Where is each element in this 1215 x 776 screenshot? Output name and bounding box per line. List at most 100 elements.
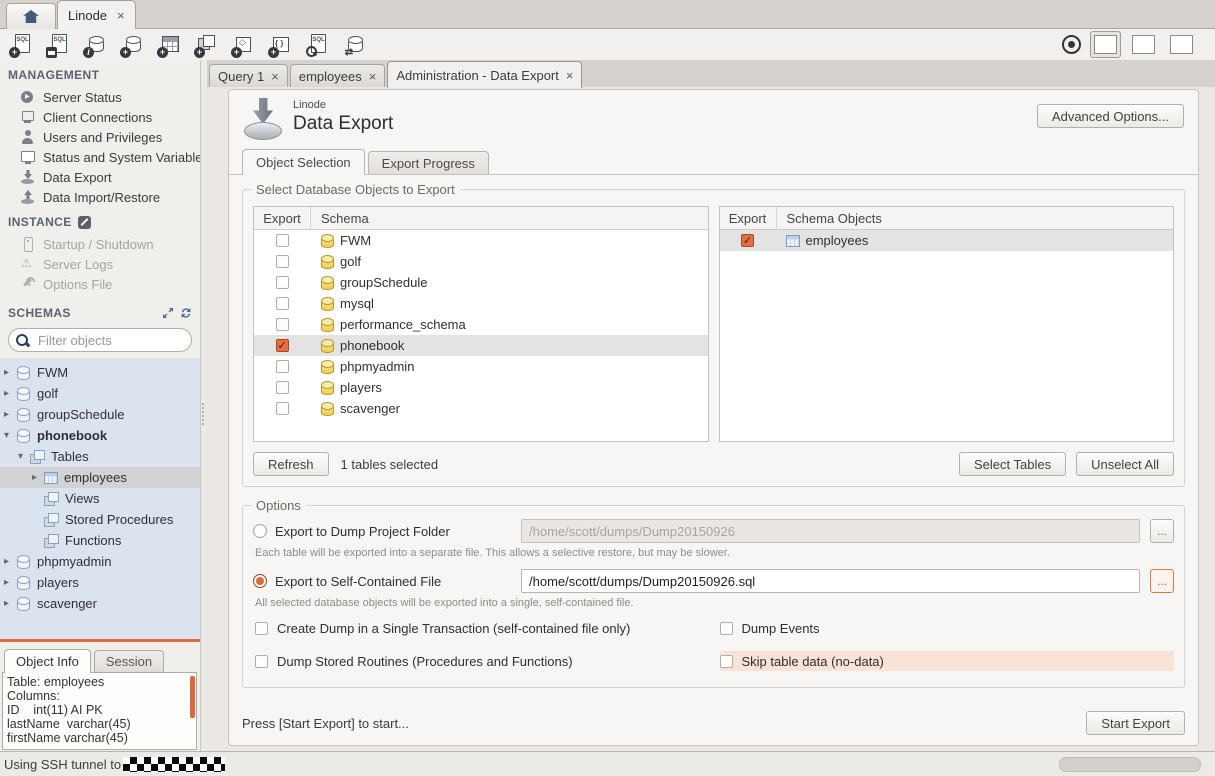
new-query-tab-icon[interactable] [8,32,35,58]
schema-row[interactable]: groupSchedule [254,272,708,293]
create-schema-icon[interactable] [119,32,146,58]
create-view-icon[interactable] [193,32,220,58]
close-icon[interactable]: × [566,69,574,82]
sidebar-item[interactable]: Server Status [0,87,200,107]
expand-schemas-icon[interactable] [162,307,174,319]
export-checkbox[interactable] [276,360,289,373]
select-tables-button[interactable]: Select Tables [959,452,1066,476]
sidebar-item[interactable]: Data Import/Restore [0,187,200,207]
schema-tree-item[interactable]: ▸ scavenger [0,593,200,614]
schema-row[interactable]: players [254,377,708,398]
export-path-input[interactable] [521,569,1140,593]
export-path-input[interactable] [521,519,1140,543]
document-tab[interactable]: employees × [290,64,385,87]
checkbox[interactable] [255,655,268,668]
sidebar-item[interactable]: Status and System Variables [0,147,200,167]
section-tab[interactable]: Export Progress [368,151,489,174]
browse-button[interactable]: ... [1150,569,1174,593]
tree-expand-arrow[interactable]: ▸ [4,367,16,378]
schema-tree-item[interactable]: ▸ FWM [0,362,200,383]
browse-button[interactable]: ... [1150,519,1174,543]
refresh-schemas-icon[interactable] [180,307,192,319]
schema-row[interactable]: mysql [254,293,708,314]
export-checkbox[interactable] [276,318,289,331]
export-checkbox[interactable] [276,255,289,268]
export-checkbox[interactable] [276,381,289,394]
close-icon[interactable]: × [117,9,125,22]
toggle-secondary-sidebar-button[interactable] [1170,35,1193,54]
create-table-icon[interactable] [156,32,183,58]
export-checkbox[interactable] [276,276,289,289]
sidebar-item[interactable]: Options File [0,274,200,294]
schema-row[interactable]: golf [254,251,708,272]
checkbox[interactable] [255,622,268,635]
sidebar-item[interactable]: Client Connections [0,107,200,127]
close-icon[interactable]: × [271,70,279,83]
close-icon[interactable]: × [369,70,377,83]
tree-expand-arrow[interactable]: ▾ [18,451,30,462]
tree-expand-arrow[interactable]: ▸ [4,556,16,567]
tree-expand-arrow[interactable]: ▸ [4,409,16,420]
search-data-icon[interactable] [304,32,331,58]
export-checkbox[interactable] [276,234,289,247]
schema-tree-item[interactable]: ▾ Tables [0,446,200,467]
schema-tree-item[interactable]: Stored Procedures [0,509,200,530]
export-option-radio[interactable] [253,574,267,588]
export-checkbox[interactable] [741,234,754,247]
create-function-icon[interactable] [267,32,294,58]
export-checkbox[interactable] [276,339,289,352]
sidebar-item[interactable]: Data Export [0,167,200,187]
schema-tree-item[interactable]: Functions [0,530,200,551]
dump-option[interactable]: Dump Events [720,618,1175,638]
document-tab[interactable]: Query 1 × [209,64,288,87]
inspect-database-icon[interactable] [82,32,109,58]
sidebar-item[interactable]: Users and Privileges [0,127,200,147]
advanced-options-button[interactable]: Advanced Options... [1037,104,1184,128]
sidebar-item[interactable]: Server Logs [0,254,200,274]
dump-option[interactable]: Dump Stored Routines (Procedures and Fun… [255,651,710,671]
start-export-button[interactable]: Start Export [1086,711,1185,735]
tree-expand-arrow[interactable]: ▸ [4,388,16,399]
schema-row[interactable]: phpmyadmin [254,356,708,377]
schema-tree-item[interactable]: ▸ employees [0,467,200,488]
sidebar-item[interactable]: Startup / Shutdown [0,234,200,254]
tree-expand-arrow[interactable]: ▸ [4,577,16,588]
section-tab[interactable]: Object Selection [242,149,365,175]
export-option-radio[interactable] [253,524,267,538]
dump-option[interactable]: Skip table data (no-data) [720,651,1175,671]
export-checkbox[interactable] [276,297,289,310]
tree-expand-arrow[interactable]: ▸ [32,472,44,483]
document-tab[interactable]: Administration - Data Export × [387,61,582,88]
object-info-tab[interactable]: Object Info [4,649,91,673]
object-info-tab[interactable]: Session [94,650,164,672]
vertical-scrollbar-thumb[interactable] [190,676,195,718]
open-sql-script-icon[interactable] [45,32,72,58]
checkbox[interactable] [720,655,733,668]
tree-expand-arrow[interactable]: ▸ [4,598,16,609]
tree-expand-arrow[interactable]: ▾ [4,430,16,441]
unselect-all-button[interactable]: Unselect All [1076,452,1174,476]
home-tab[interactable] [6,3,56,29]
dump-option[interactable]: Create Dump in a Single Transaction (sel… [255,618,710,638]
schema-tree-item[interactable]: ▸ groupSchedule [0,404,200,425]
connection-tab[interactable]: Linode × [57,0,136,29]
horizontal-scrollbar-thumb[interactable] [1059,757,1201,772]
toggle-output-area-button[interactable] [1132,35,1155,54]
toggle-sidebar-button[interactable] [1094,35,1117,54]
schema-tree-item[interactable]: ▾ phonebook [0,425,200,446]
schema-row[interactable]: phonebook [254,335,708,356]
refresh-button[interactable]: Refresh [253,452,329,476]
reconnect-dbms-icon[interactable] [341,32,368,58]
preferences-wheel-icon[interactable] [1062,35,1081,54]
create-procedure-icon[interactable] [230,32,257,58]
schema-row[interactable]: performance_schema [254,314,708,335]
schema-object-row[interactable]: employees [720,230,1174,251]
schema-tree-item[interactable]: ▸ golf [0,383,200,404]
schema-tree-item[interactable]: Views [0,488,200,509]
schema-row[interactable]: scavenger [254,398,708,419]
schema-tree-item[interactable]: ▸ phpmyadmin [0,551,200,572]
schema-tree-item[interactable]: ▸ players [0,572,200,593]
export-checkbox[interactable] [276,402,289,415]
checkbox[interactable] [720,622,733,635]
schema-row[interactable]: FWM [254,230,708,251]
